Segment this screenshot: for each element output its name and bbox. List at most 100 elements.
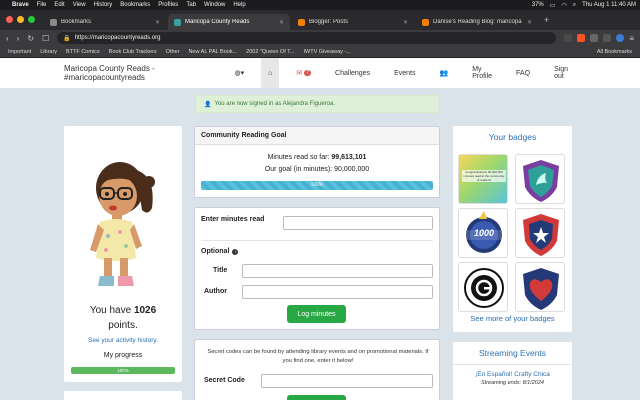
nav-challenges[interactable]: Challenges <box>328 58 377 88</box>
bookmark-book-club-trackers[interactable]: Book Club Trackers <box>109 49 157 55</box>
extensions-icon[interactable] <box>590 34 599 42</box>
community-goal-panel: Community Reading Goal Minutes read so f… <box>194 126 440 198</box>
secret-code-panel: Secret codes can be found by attending l… <box>194 339 440 400</box>
minutes-read-line: Minutes read so far: 99,613,101 <box>195 154 439 161</box>
home-button[interactable]: ⌂ <box>261 58 280 88</box>
nav-sign-out[interactable]: Sign out <box>547 58 576 88</box>
menu-profiles[interactable]: Profiles <box>158 2 178 8</box>
close-tab-icon[interactable]: ✕ <box>527 19 532 26</box>
my-progress-label: My progress <box>103 352 143 359</box>
log-minutes-button[interactable]: Log minutes <box>287 305 346 323</box>
menu-app-name[interactable]: Brave <box>12 2 29 8</box>
tab-maricopa-county-reads[interactable]: Maricopa County Reads ✕ <box>168 14 290 30</box>
battery-icon[interactable]: ▭ <box>550 2 556 9</box>
site-navbar: Maricopa County Reads - #maricopacountyr… <box>0 58 640 88</box>
bookmark-bttf-comics[interactable]: BTTF Comics <box>66 49 100 55</box>
reader-avatar <box>90 162 155 286</box>
bookmark-new-al-pal[interactable]: New AL PAL Book... <box>188 49 237 55</box>
menu-history[interactable]: History <box>94 2 113 8</box>
language-globe-dropdown[interactable]: ◍ ▾ <box>228 58 252 88</box>
submit-secret-code-button[interactable] <box>287 395 346 400</box>
extensions: ≡ <box>564 34 634 43</box>
back-icon[interactable]: ‹ <box>6 34 9 43</box>
clock[interactable]: Thu Aug 1 11:40 AM <box>582 2 636 8</box>
g-seal-icon <box>464 268 504 308</box>
bookmarks-bar: Important Library BTTF Comics Book Club … <box>0 46 640 58</box>
minutes-read-value: 99,613,101 <box>331 154 367 161</box>
crest-badge[interactable] <box>515 208 565 258</box>
nav-faq[interactable]: FAQ <box>509 58 537 88</box>
optional-row: Optional i <box>201 248 239 255</box>
title-row: Title <box>213 267 227 274</box>
site-brand[interactable]: Maricopa County Reads - #maricopacountyr… <box>64 64 228 82</box>
info-icon[interactable]: i <box>232 248 239 255</box>
menu-help[interactable]: Help <box>233 2 245 8</box>
tab-danise-reading-blog[interactable]: Danise's Reading Blog: maricopa ✕ <box>416 14 538 30</box>
community-goal-badge[interactable]: Congratulations! 90,000,000 minutes read… <box>458 154 508 204</box>
minimize-window-icon[interactable] <box>17 16 24 23</box>
profile-avatar-icon[interactable] <box>616 34 625 42</box>
url-field[interactable]: 🔒 https://maricopacountyreads.org <box>57 32 557 44</box>
menu-file[interactable]: File <box>37 2 47 8</box>
g-seal-badge[interactable] <box>458 262 508 312</box>
menu-view[interactable]: View <box>73 2 86 8</box>
heart-shield-badge[interactable] <box>515 262 565 312</box>
points-summary: You have 1026 points. <box>64 303 182 333</box>
divider <box>201 240 433 241</box>
menu-window[interactable]: Window <box>204 2 225 8</box>
menu-edit[interactable]: Edit <box>54 2 64 8</box>
tab-bookmarks[interactable]: Bookmarks ✕ <box>44 14 166 30</box>
tab-blogger-posts[interactable]: Blogger: Posts ✕ <box>292 14 414 30</box>
log-minutes-panel: Enter minutes read Optional i Title Auth… <box>194 207 440 330</box>
reload-icon[interactable]: ↻ <box>27 34 34 43</box>
signed-in-alert: 👤 You are now signed in as Alejandra Fig… <box>195 95 440 113</box>
bookmark-page-icon[interactable]: ☐ <box>42 34 49 43</box>
streaming-event-link[interactable]: ¡En Español! Crafty Chica <box>453 371 572 378</box>
minutes-input[interactable] <box>283 216 433 230</box>
title-input[interactable] <box>242 264 433 278</box>
close-window-icon[interactable] <box>6 16 13 23</box>
badge-1000[interactable]: 1000 <box>458 208 508 258</box>
author-input[interactable] <box>242 285 433 299</box>
tab-title: Bookmarks <box>61 19 92 25</box>
title-label: Title <box>213 267 228 274</box>
close-tab-icon[interactable]: ✕ <box>403 19 408 26</box>
extension-icon[interactable] <box>564 34 573 42</box>
new-tab-icon[interactable]: + <box>544 15 549 25</box>
nav-events[interactable]: Events <box>387 58 422 88</box>
users-icon[interactable]: 👥 <box>432 58 455 88</box>
sidebar-icon[interactable] <box>603 34 612 42</box>
bookmark-important[interactable]: Important <box>8 49 31 55</box>
bookmarks-favicon-icon <box>50 18 57 26</box>
secret-code-input[interactable] <box>261 374 433 388</box>
menu-tab[interactable]: Tab <box>186 2 196 8</box>
see-more-badges-link[interactable]: See more of your badges <box>453 314 572 323</box>
tab-title: Blogger: Posts <box>309 19 349 25</box>
wifi-icon[interactable]: ◠ <box>561 2 566 9</box>
brave-shields-icon[interactable] <box>577 34 586 42</box>
bookmark-other[interactable]: Other <box>166 49 180 55</box>
dragon-shield-badge[interactable] <box>515 154 565 204</box>
bookmark-iwtv-giveaway[interactable]: IWTV Giveaway -... <box>303 49 350 55</box>
nav-my-profile[interactable]: My Profile <box>465 58 499 88</box>
menu-bookmarks[interactable]: Bookmarks <box>120 2 150 8</box>
bookmark-library[interactable]: Library <box>40 49 57 55</box>
mail-count-badge: 7 <box>304 70 312 76</box>
activity-history-link[interactable]: See your activity history. <box>64 337 182 344</box>
bookmark-all-bookmarks[interactable]: All Bookmarks <box>597 49 632 55</box>
goal-amount: Our goal (in minutes): 90,000,000 <box>264 166 370 173</box>
my-progress-bar: 100% <box>71 367 175 374</box>
close-tab-icon[interactable]: ✕ <box>155 19 160 26</box>
points-suffix: points. <box>108 320 138 331</box>
close-tab-icon[interactable]: ✕ <box>279 19 284 26</box>
bookmark-queen-of-t[interactable]: 2002 "Queen Of T... <box>246 49 294 55</box>
forward-icon[interactable]: › <box>17 34 20 43</box>
caret-icon: ▾ <box>240 70 245 77</box>
search-icon[interactable]: ⌕ <box>573 2 576 9</box>
home-icon: ⌂ <box>268 69 273 77</box>
url-text: https://maricopacountyreads.org <box>74 35 161 41</box>
zoom-window-icon[interactable] <box>28 16 35 23</box>
menu-icon[interactable]: ≡ <box>629 34 634 43</box>
messages-button[interactable]: ✉ 7 <box>289 58 318 88</box>
crest-icon <box>523 214 559 256</box>
